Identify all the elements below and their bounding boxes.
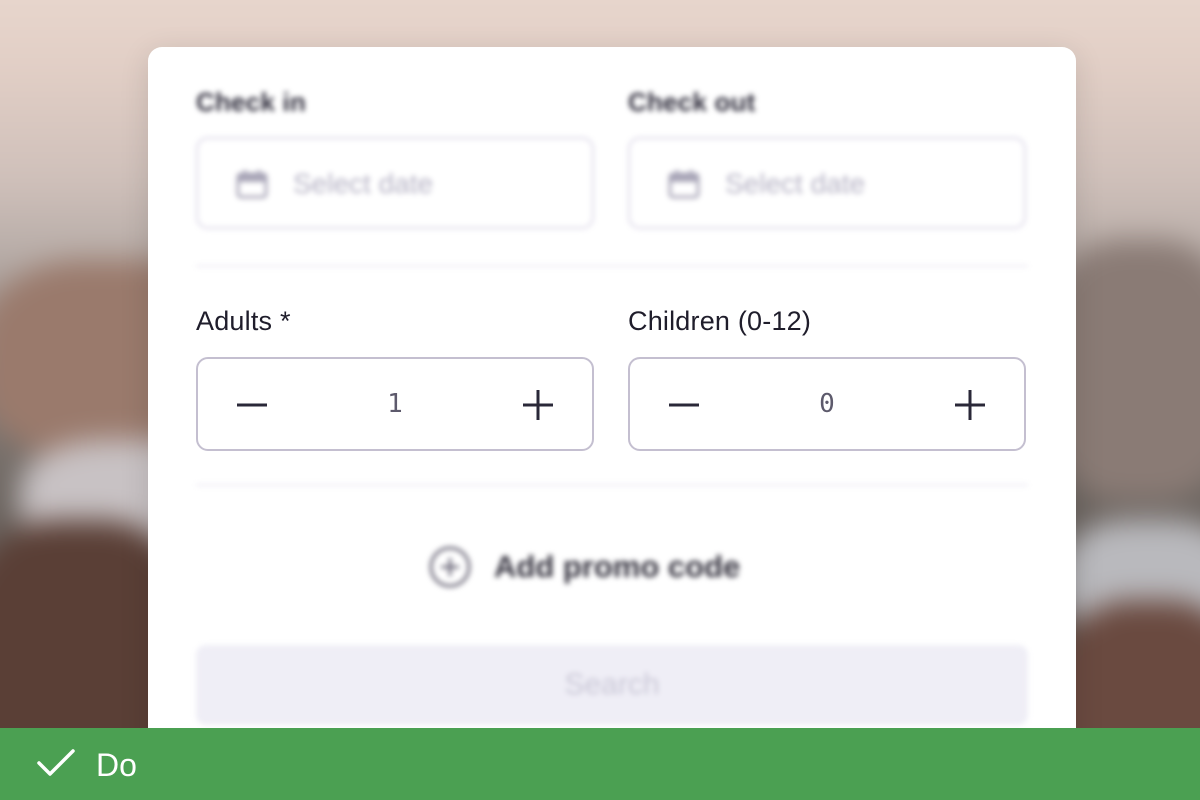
- promo-code-label: Add promo code: [494, 549, 741, 584]
- check-in-field[interactable]: Select date: [196, 137, 594, 229]
- check-in-placeholder: Select date: [293, 168, 434, 199]
- adults-label: Adults *: [196, 306, 291, 336]
- children-stepper[interactable]: 0: [628, 357, 1026, 451]
- adults-stepper[interactable]: 1: [196, 357, 594, 451]
- divider: [196, 265, 1028, 267]
- check-out-placeholder: Select date: [725, 168, 866, 199]
- search-button[interactable]: Search: [196, 645, 1028, 725]
- do-label: Do: [96, 747, 137, 783]
- checkmark-icon: [37, 749, 75, 776]
- calendar-icon: [668, 170, 700, 199]
- booking-card: Check in Select date Check out Select da…: [148, 47, 1076, 767]
- plus-icon: [523, 390, 553, 420]
- children-increment-button[interactable]: [946, 381, 994, 429]
- calendar-icon: [236, 170, 268, 199]
- check-in-label: Check in: [196, 87, 306, 117]
- divider: [196, 484, 1028, 486]
- plus-icon: [955, 390, 985, 420]
- plus-circle-icon: [429, 546, 471, 588]
- check-out-field[interactable]: Select date: [628, 137, 1026, 229]
- check-out-label: Check out: [628, 87, 756, 117]
- adults-increment-button[interactable]: [514, 381, 562, 429]
- children-label: Children (0-12): [628, 306, 812, 336]
- do-banner: Do: [0, 728, 1200, 800]
- add-promo-code-link[interactable]: Add promo code: [428, 542, 740, 592]
